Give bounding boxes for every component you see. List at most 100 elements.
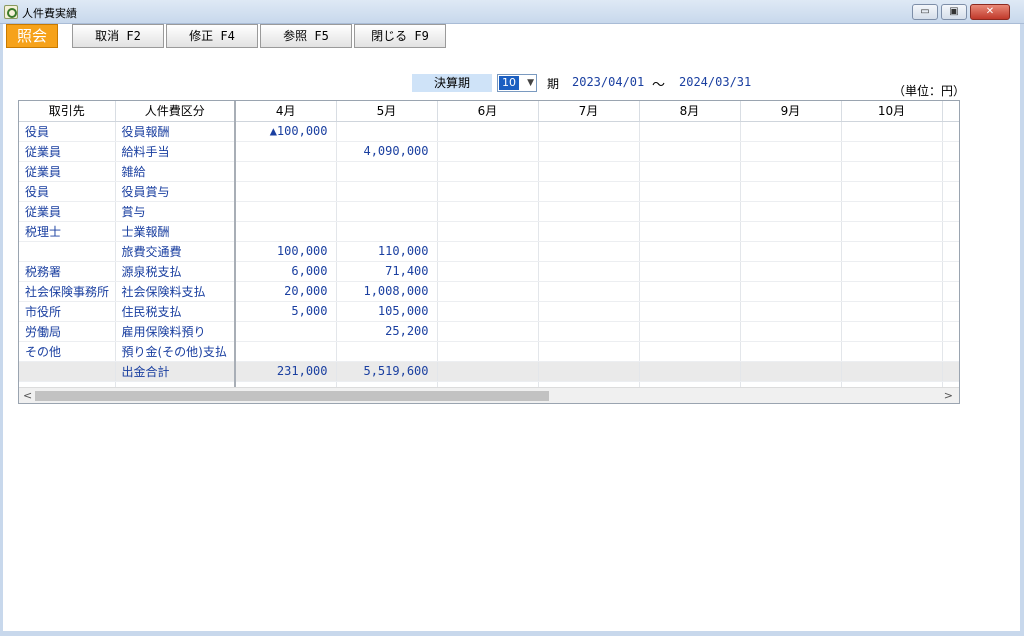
cell-amount[interactable] [336, 221, 438, 242]
cell-partner[interactable]: 役員 [19, 121, 116, 142]
table-row[interactable]: その他 預り金(その他)支払 [19, 341, 959, 362]
header-category[interactable]: 人件費区分 [115, 101, 236, 122]
cell-amount[interactable] [841, 281, 943, 302]
cell-category[interactable]: 旅費交通費 [115, 241, 236, 262]
cell-amount[interactable] [639, 301, 741, 322]
cell-amount[interactable] [740, 201, 842, 222]
cell-amount[interactable] [538, 161, 640, 182]
cell-amount[interactable] [639, 321, 741, 342]
header-partner[interactable]: 取引先 [19, 101, 116, 122]
table-row[interactable]: 従業員 賞与 [19, 201, 959, 222]
cell-amount[interactable] [437, 241, 539, 262]
cell-amount[interactable]: 110,000 [336, 241, 438, 262]
cell-amount[interactable] [740, 261, 842, 282]
cell-amount[interactable] [437, 261, 539, 282]
table-row[interactable]: 社会保険事務所 社会保険料支払 20,000 1,008,000 [19, 281, 959, 302]
cell-amount[interactable] [740, 241, 842, 262]
cell-amount[interactable] [437, 181, 539, 202]
cell-amount[interactable] [639, 361, 741, 382]
cell-amount[interactable] [740, 321, 842, 342]
scroll-right-icon[interactable]: > [944, 389, 953, 402]
cell-amount[interactable] [841, 181, 943, 202]
cell-amount[interactable]: 100,000 [235, 241, 337, 262]
table-row[interactable]: 役員 役員報酬 ▲100,000 [19, 121, 959, 142]
cell-partner[interactable] [19, 361, 116, 382]
cell-amount[interactable]: 20,000 [235, 281, 337, 302]
reference-button[interactable]: 参照 F5 [260, 24, 352, 48]
cell-category[interactable]: 役員報酬 [115, 121, 236, 142]
table-row[interactable]: 役員 役員賞与 [19, 181, 959, 202]
header-month[interactable]: 7月 [538, 101, 640, 122]
cell-category[interactable]: 預り金(その他)支払 [115, 341, 236, 362]
table-row[interactable]: 労働局 雇用保険料預り 25,200 [19, 321, 959, 342]
cell-amount[interactable] [538, 301, 640, 322]
close-window-button[interactable]: ✕ [970, 4, 1010, 20]
cell-amount[interactable] [538, 181, 640, 202]
cell-amount[interactable] [639, 281, 741, 302]
header-month[interactable]: 4月 [235, 101, 337, 122]
total-row[interactable]: 出金合計 231,000 5,519,600 [19, 361, 959, 382]
cell-amount[interactable]: 231,000 [235, 361, 337, 382]
table-row[interactable]: 旅費交通費 100,000 110,000 [19, 241, 959, 262]
cell-amount[interactable] [437, 301, 539, 322]
cell-category[interactable]: 給料手当 [115, 141, 236, 162]
cell-amount[interactable] [740, 341, 842, 362]
cell-amount[interactable]: 25,200 [336, 321, 438, 342]
cell-amount[interactable] [437, 121, 539, 142]
cell-amount[interactable] [437, 361, 539, 382]
cell-amount[interactable] [538, 141, 640, 162]
cell-amount[interactable] [841, 361, 943, 382]
cell-amount[interactable] [336, 161, 438, 182]
cell-partner[interactable]: 市役所 [19, 301, 116, 322]
cell-partner[interactable]: 労働局 [19, 321, 116, 342]
cell-amount[interactable] [841, 221, 943, 242]
cell-amount[interactable] [841, 301, 943, 322]
table-row[interactable]: 市役所 住民税支払 5,000 105,000 [19, 301, 959, 322]
cell-amount[interactable] [740, 161, 842, 182]
cell-amount[interactable] [740, 181, 842, 202]
maximize-button[interactable]: ▣ [941, 4, 967, 20]
scrollbar-thumb[interactable] [35, 391, 549, 401]
cell-amount[interactable] [235, 321, 337, 342]
header-month[interactable]: 8月 [639, 101, 741, 122]
cell-amount[interactable] [639, 241, 741, 262]
cell-partner[interactable]: 従業員 [19, 141, 116, 162]
cell-amount[interactable] [235, 201, 337, 222]
cell-amount[interactable]: 6,000 [235, 261, 337, 282]
cell-amount[interactable] [235, 161, 337, 182]
cell-amount[interactable] [538, 241, 640, 262]
cell-category[interactable]: 士業報酬 [115, 221, 236, 242]
cell-amount[interactable]: 4,090,000 [336, 141, 438, 162]
cell-category[interactable]: 雇用保険料預り [115, 321, 236, 342]
cell-category[interactable]: 出金合計 [115, 361, 236, 382]
cell-amount[interactable] [538, 121, 640, 142]
cell-amount[interactable] [336, 121, 438, 142]
cell-partner[interactable]: 従業員 [19, 161, 116, 182]
fiscal-period-select[interactable]: 10 ▼ [497, 74, 537, 92]
table-row[interactable]: 従業員 給料手当 4,090,000 [19, 141, 959, 162]
cell-amount[interactable]: 105,000 [336, 301, 438, 322]
cell-category[interactable]: 社会保険料支払 [115, 281, 236, 302]
cell-amount[interactable] [538, 321, 640, 342]
cell-amount[interactable] [235, 341, 337, 362]
cell-amount[interactable] [841, 261, 943, 282]
cell-amount[interactable] [336, 181, 438, 202]
cell-partner[interactable]: 税務署 [19, 261, 116, 282]
cell-amount[interactable] [841, 201, 943, 222]
cell-amount[interactable] [336, 201, 438, 222]
cell-amount[interactable] [639, 341, 741, 362]
cell-amount[interactable] [841, 161, 943, 182]
cell-amount[interactable] [841, 241, 943, 262]
cell-partner[interactable]: その他 [19, 341, 116, 362]
cell-amount[interactable] [538, 221, 640, 242]
cell-amount[interactable] [437, 201, 539, 222]
cell-category[interactable]: 住民税支払 [115, 301, 236, 322]
cell-amount[interactable]: 5,519,600 [336, 361, 438, 382]
cell-amount[interactable] [841, 341, 943, 362]
edit-button[interactable]: 修正 F4 [166, 24, 258, 48]
cell-amount[interactable] [538, 261, 640, 282]
cell-amount[interactable] [639, 161, 741, 182]
cell-partner[interactable]: 従業員 [19, 201, 116, 222]
cell-category[interactable]: 源泉税支払 [115, 261, 236, 282]
cell-amount[interactable] [437, 141, 539, 162]
